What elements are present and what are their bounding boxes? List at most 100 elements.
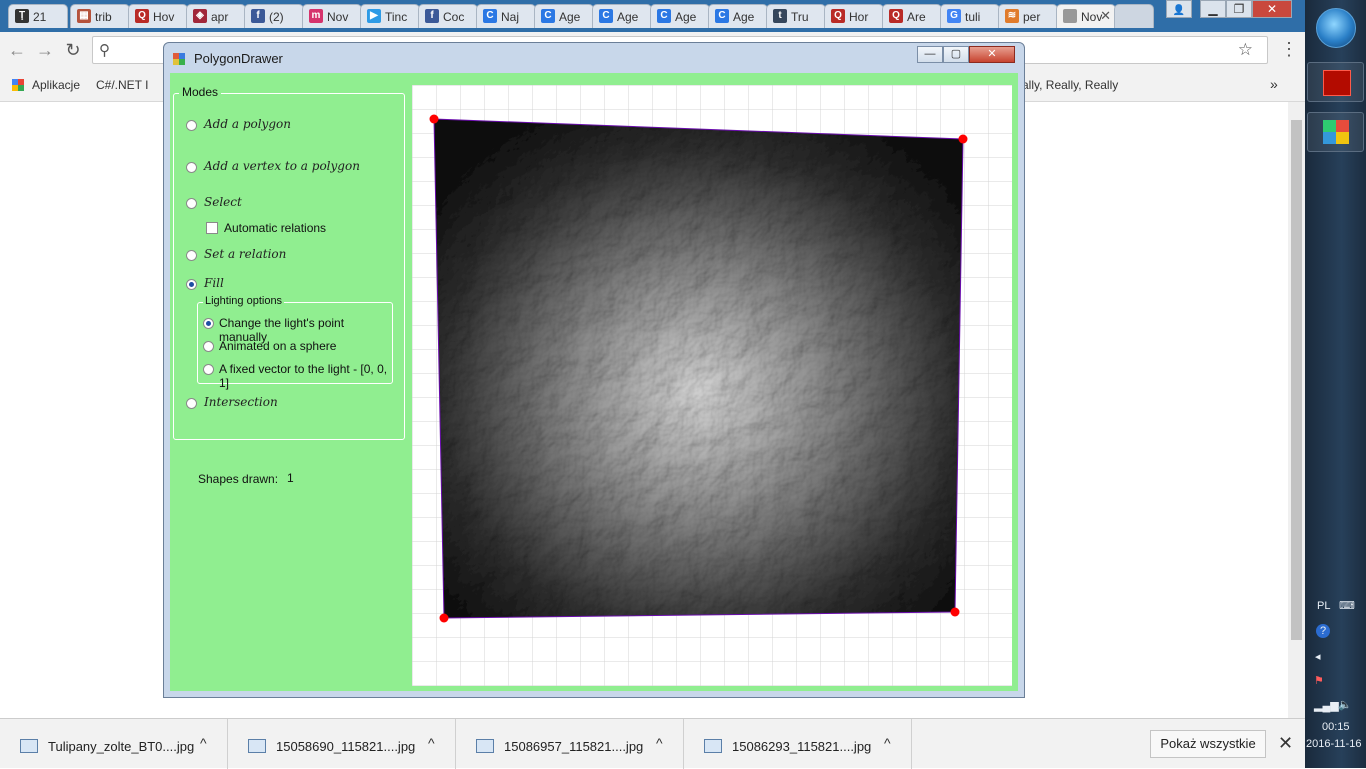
action-center-flag-icon[interactable]: ⚑ [1314,674,1324,687]
taskbar-app-office[interactable] [1307,112,1364,152]
browser-tab[interactable]: Gtuli [940,4,1000,28]
browser-tab[interactable]: Q Are [882,4,942,28]
polygon-vertex[interactable] [958,134,968,144]
window-minimize-button[interactable]: ▁ [1200,0,1226,18]
download-item[interactable]: 15086957_115821....jpg ^ [456,719,684,769]
keyboard-icon[interactable]: ⌨ [1339,599,1355,612]
label-add-polygon[interactable]: Add a polygon [204,117,291,131]
show-all-downloads-button[interactable]: Pokaż wszystkie [1150,730,1266,758]
radio-select[interactable] [186,198,197,209]
download-item[interactable]: 15086293_115821....jpg ^ [684,719,912,769]
back-button[interactable]: ← [6,39,28,61]
image-file-icon [704,739,722,753]
reload-button[interactable]: ↻ [62,39,84,61]
tab-title: apr [211,10,229,24]
tab-title: Coc [443,10,465,24]
browser-tab[interactable]: f (2) [244,4,304,28]
browser-tab[interactable]: Ţ 21 [8,4,68,28]
label-set-relation[interactable]: Set a relation [204,247,286,261]
browser-tab[interactable]: Q Hov [128,4,188,28]
bookmark-apps[interactable]: Aplikacje [32,78,80,92]
browser-tab[interactable]: ≋ per [998,4,1058,28]
drawing-canvas[interactable] [412,85,1012,686]
tab-close-icon[interactable]: ✕ [1100,8,1111,24]
app-minimize-button[interactable]: — [917,46,943,63]
label-fill[interactable]: Fill [204,276,224,290]
bookmark-really[interactable]: ally, Really, Really [1022,78,1118,92]
label-light-animated[interactable]: Animated on a sphere [219,339,336,353]
browser-tab[interactable]: Nov ✕ [1056,4,1116,28]
download-item[interactable]: Tulipany_zolte_BT0....jpg ^ [0,719,228,769]
browser-tab[interactable]: ◈ apr [186,4,246,28]
drawing-canvas-svg[interactable] [412,85,1012,686]
tab-title: Naj [501,10,520,24]
download-filename: 15086957_115821....jpg [504,739,644,754]
label-add-vertex[interactable]: Add a vertex to a polygon [204,159,360,173]
tab-title: Are [907,10,926,24]
tab-favicon-icon: C [599,9,613,23]
radio-set-relation[interactable] [186,250,197,261]
browser-tab[interactable]: C Naj [476,4,536,28]
browser-tab[interactable]: ▦ trib [70,4,130,28]
tab-favicon-icon: C [483,9,497,23]
download-item[interactable]: 15058690_115821....jpg ^ [228,719,456,769]
radio-fill[interactable] [186,279,197,290]
help-icon[interactable]: ? [1316,624,1330,638]
bookmark-star-icon[interactable]: ☆ [1238,40,1253,60]
new-tab-button[interactable] [1114,4,1154,28]
bookmark-csharp[interactable]: C#/.NET I [96,78,148,92]
label-select[interactable]: Select [204,195,242,209]
label-light-fixed[interactable]: A fixed vector to the light - [0, 0, 1] [219,362,392,390]
checkbox-automatic-relations[interactable] [206,222,218,234]
taskbar-app-pdf[interactable] [1307,62,1364,102]
tab-title: 21 [33,10,47,24]
tab-title: Hor [849,10,869,24]
download-menu-chevron-icon[interactable]: ^ [428,735,435,751]
filled-polygon[interactable] [434,119,963,618]
browser-tab[interactable]: C Age [650,4,710,28]
download-menu-chevron-icon[interactable]: ^ [200,735,207,751]
show-hidden-icons-button[interactable]: ◂ [1315,650,1321,663]
app-close-button[interactable]: ✕ [969,46,1015,63]
bookmarks-more-button[interactable]: » [1270,76,1278,92]
close-downloads-bar-button[interactable]: ✕ [1278,733,1293,754]
browser-menu-button[interactable]: ⋮ [1280,39,1298,60]
language-indicator[interactable]: PL [1317,600,1330,612]
browser-tab[interactable]: C Age [708,4,768,28]
polygon-vertex[interactable] [950,607,960,617]
browser-tab[interactable]: t Tru [766,4,826,28]
radio-add-vertex[interactable] [186,162,197,173]
radio-intersection[interactable] [186,398,197,409]
window-close-button[interactable]: ✕ [1252,0,1292,18]
app-maximize-button[interactable]: ▢ [943,46,969,63]
start-button[interactable] [1316,8,1356,48]
radio-light-animated[interactable] [203,341,214,352]
browser-tab[interactable]: C Age [534,4,594,28]
volume-icon[interactable]: 🔈 [1338,698,1352,711]
browser-tab[interactable]: f Coc [418,4,478,28]
download-menu-chevron-icon[interactable]: ^ [884,735,891,751]
tab-title: Age [617,10,639,24]
network-icon[interactable]: ▂▄▆ [1314,699,1339,712]
clock-time[interactable]: 00:15 [1322,721,1350,733]
browser-tab[interactable]: ▶ Tinc [360,4,420,28]
page-scrollbar-thumb[interactable] [1291,120,1302,640]
window-restore-button[interactable]: ❐ [1226,0,1252,18]
polygondrawer-window: PolygonDrawer — ▢ ✕ Modes Add a polygon … [163,42,1025,698]
label-automatic-relations[interactable]: Automatic relations [224,221,326,235]
radio-add-polygon[interactable] [186,120,197,131]
clock-date[interactable]: 2016-11-16 [1306,738,1361,750]
polygon-vertex[interactable] [439,613,449,623]
polygon-vertex[interactable] [429,114,439,124]
browser-tab[interactable]: Q Hor [824,4,884,28]
forward-button[interactable]: → [34,39,56,61]
profile-button[interactable]: 👤 [1166,0,1192,18]
browser-tab[interactable]: C Age [592,4,652,28]
download-menu-chevron-icon[interactable]: ^ [656,735,663,751]
browser-tab[interactable]: m Nov [302,4,362,28]
label-intersection[interactable]: Intersection [204,395,278,409]
tab-favicon-icon: m [309,9,323,23]
radio-light-manual[interactable] [203,318,214,329]
tab-title: Nov [327,10,349,24]
radio-light-fixed[interactable] [203,364,214,375]
